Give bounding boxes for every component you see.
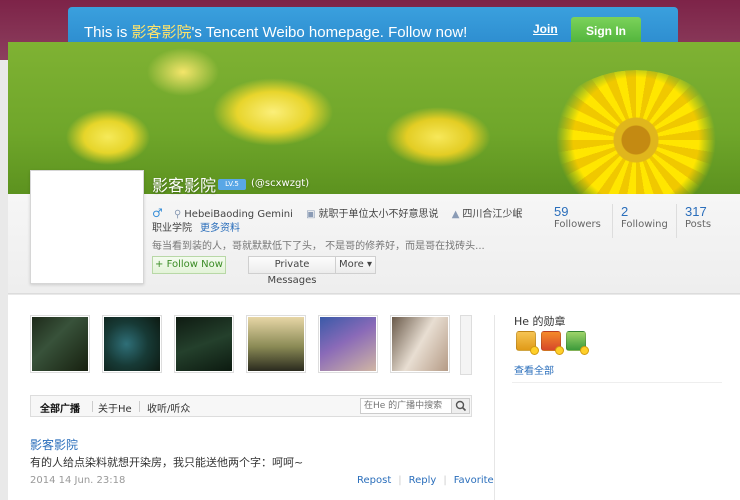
profile-school-cont: 职业学院 <box>152 223 192 234</box>
post-actions: Repost | Reply | Favorite <box>357 475 494 486</box>
medal-icon[interactable] <box>566 331 589 355</box>
feed-search <box>360 398 470 414</box>
reply-link[interactable]: Reply <box>409 475 437 486</box>
more-dropdown-button[interactable]: More ▾ <box>336 256 376 274</box>
join-link[interactable]: Join <box>533 22 558 36</box>
male-icon: ♂ <box>152 206 163 220</box>
photo-thumbnail[interactable] <box>102 315 162 373</box>
following-count: 2 <box>621 204 629 219</box>
profile-handle: (@scxwzgt) <box>251 178 310 189</box>
level-badge[interactable]: LV.5 <box>218 179 246 190</box>
tab-followers[interactable]: 收听/听众 <box>147 400 190 415</box>
banner-prefix: This is <box>84 24 132 41</box>
repost-link[interactable]: Repost <box>357 475 391 486</box>
profile-bio: 每当看到装的人，哥就默默低下了头， 不是哥的修养好，而是哥在找砖头... <box>152 241 485 252</box>
profile-job: 就职于单位太小不好意思说 <box>318 209 439 220</box>
profile-header: 影客影院 LV.5 (@scxwzgt) ♂ ⚲ HebeiBaoding Gem… <box>8 170 740 294</box>
tab-about[interactable]: 关于He <box>98 400 132 415</box>
following-label: Following <box>621 219 668 230</box>
school-icon: ▲ <box>451 209 460 220</box>
view-all-badges-link[interactable]: 查看全部 <box>514 362 554 377</box>
banner-user-name[interactable]: 影客影院 <box>132 24 192 41</box>
main-content: 全部广播 关于He 收听/听众 影客影院 有的人给点染料就想开染房，我只能送他两… <box>8 295 740 500</box>
follow-button[interactable]: + Follow Now <box>152 256 226 274</box>
badges-title: He 的勋章 <box>514 315 566 328</box>
briefcase-icon: ▣ <box>306 209 316 220</box>
medal-icon[interactable] <box>541 331 564 355</box>
profile-info-line-2: 职业学院 更多资料 <box>152 219 240 234</box>
tab-divider <box>92 401 93 412</box>
avatar[interactable] <box>30 170 144 284</box>
photo-thumbnail[interactable] <box>30 315 90 373</box>
post-author[interactable]: 影客影院 <box>30 436 78 453</box>
profile-school: 四川合江少岷 <box>462 209 523 220</box>
post-text: 有的人给点染料就想开染房，我只能送他两个字：呵呵~ <box>30 456 304 469</box>
photo-thumbnail[interactable] <box>246 315 306 373</box>
sidebar-divider <box>512 382 722 383</box>
banner-suffix: 's Tencent Weibo homepage. Follow now! <box>191 24 468 41</box>
sign-in-button[interactable]: Sign In <box>571 17 641 45</box>
posts-stat[interactable]: 317 Posts <box>676 204 711 238</box>
action-divider: | <box>398 475 402 486</box>
photo-thumbnail[interactable] <box>174 315 234 373</box>
banner-message: This is 影客影院's Tencent Weibo homepage. F… <box>84 21 467 42</box>
action-divider: | <box>443 475 447 486</box>
tab-divider <box>139 401 140 412</box>
tab-all-broadcasts[interactable]: 全部广播 <box>40 400 80 415</box>
photo-thumbnail[interactable] <box>318 315 378 373</box>
following-stat[interactable]: 2 Following <box>612 204 668 238</box>
posts-label: Posts <box>685 219 712 230</box>
feed-search-input[interactable] <box>361 399 449 413</box>
posts-count: 317 <box>685 204 707 219</box>
photo-thumbnail[interactable] <box>390 315 450 373</box>
post-timestamp[interactable]: 2014 14 Jun. 23:18 <box>30 475 125 486</box>
column-divider <box>494 315 495 500</box>
flower-image <box>546 70 726 194</box>
favorite-link[interactable]: Favorite <box>454 475 494 486</box>
profile-name: 影客影院 <box>152 176 217 195</box>
photo-strip-next-button[interactable] <box>460 315 472 375</box>
profile-info-line: ♂ ⚲ HebeiBaoding Gemini ▣ 就职于单位太小不好意思说 ▲ 四川… <box>152 205 522 220</box>
medal-icon[interactable] <box>516 331 539 355</box>
followers-label: Followers <box>554 219 601 230</box>
private-messages-button[interactable]: Private Messages <box>248 256 336 286</box>
feed-tabs: 全部广播 关于He 收听/听众 <box>30 395 472 417</box>
followers-count: 59 <box>554 204 569 219</box>
followers-stat[interactable]: 59 Followers <box>554 204 601 230</box>
more-info-link[interactable]: 更多资料 <box>200 223 240 234</box>
search-icon[interactable] <box>451 399 469 413</box>
